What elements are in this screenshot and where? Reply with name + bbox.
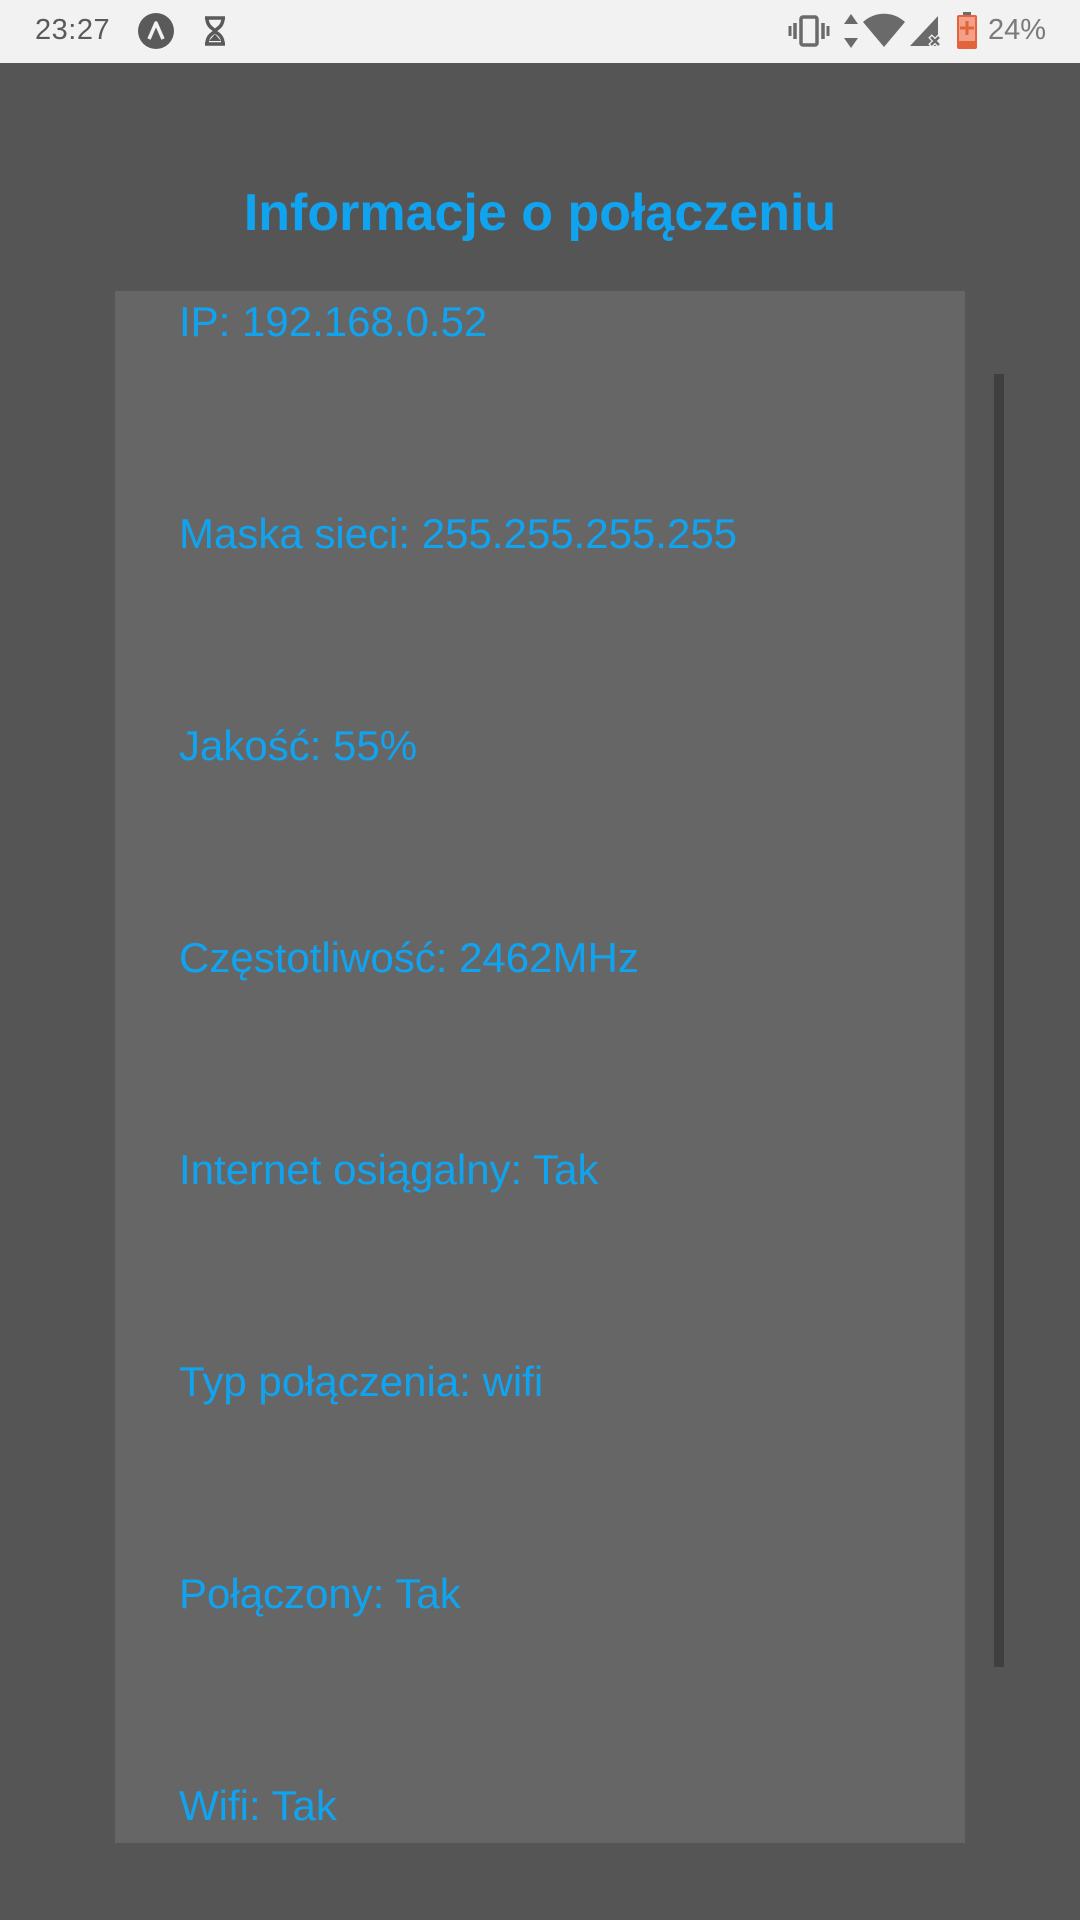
info-list-panel[interactable]: IP: 192.168.0.52 Maska sieci: 255.255.25… (115, 291, 965, 1843)
wifi-icon (863, 13, 905, 47)
page-title: Informacje o połączeniu (243, 184, 837, 242)
info-netmask: Maska sieci: 255.255.255.255 (179, 510, 738, 557)
info-internet-reachable: Internet osiągalny: Tak (179, 1146, 599, 1193)
data-arrows-icon (844, 14, 858, 48)
battery-percent: 24% (988, 14, 1047, 46)
status-time: 23:27 (35, 14, 111, 46)
info-connected: Połączony: Tak (179, 1570, 461, 1617)
scrollbar[interactable] (994, 374, 1004, 1667)
cellular-no-signal-icon (910, 16, 942, 48)
hourglass-icon (205, 16, 225, 46)
info-ip: IP: 192.168.0.52 (179, 298, 488, 345)
info-wifi: Wifi: Tak (179, 1782, 337, 1829)
info-quality: Jakość: 55% (179, 722, 418, 769)
info-connection-type: Typ połączenia: wifi (179, 1358, 544, 1405)
vibrate-icon (788, 15, 830, 47)
status-bar: 23:27 24% (0, 0, 1080, 63)
info-frequency: Częstotliwość: 2462MHz (179, 934, 639, 981)
app-notification-icon (138, 13, 174, 49)
connection-info-screen: Informacje o połączeniu IP: 192.168.0.52… (0, 63, 1080, 1920)
battery-charging-icon (957, 12, 977, 49)
